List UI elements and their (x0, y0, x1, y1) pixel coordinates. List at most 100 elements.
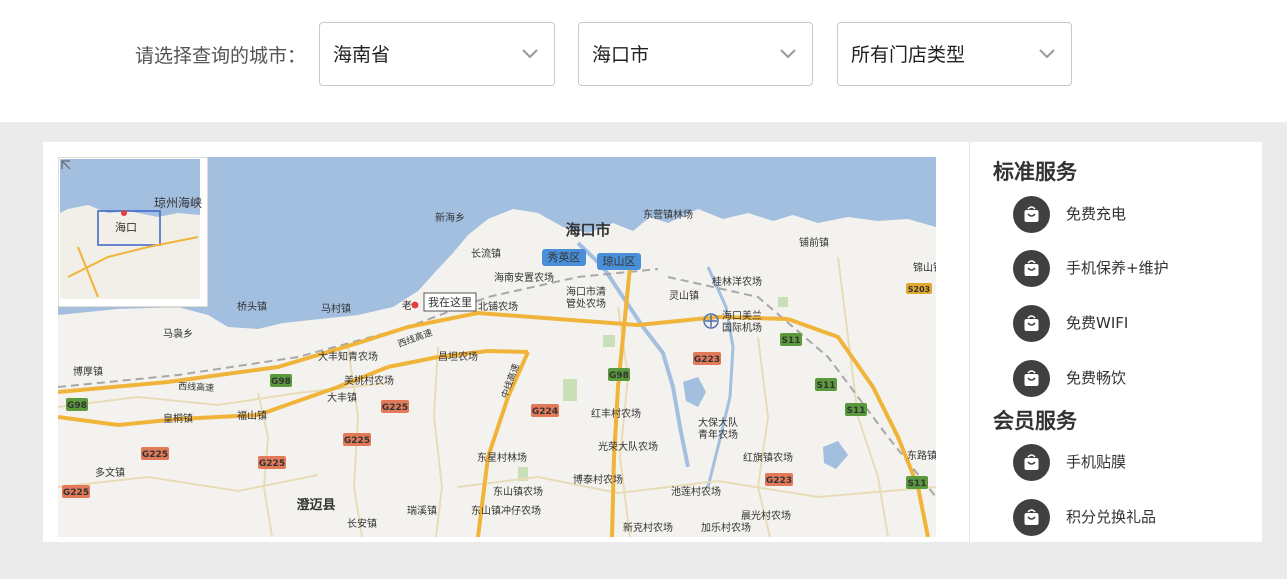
road-shield-label: G98 (609, 371, 629, 381)
road-shield-label: G223 (694, 355, 720, 365)
map-label: 博泰村农场 (573, 473, 623, 486)
road-shield-label: G224 (532, 407, 558, 417)
service-item-points-gifts: 积分兑换礼品 (1013, 499, 1253, 537)
service-label: 积分兑换礼品 (1066, 508, 1157, 526)
map-label: 加乐村农场 (701, 521, 751, 534)
map-label: 光荣大队农场 (598, 440, 658, 453)
panel-divider (969, 142, 970, 542)
map-label: 新海乡 (435, 211, 465, 224)
service-label: 免费WIFI (1066, 314, 1129, 332)
map-label: 东山镇农场 (493, 485, 543, 498)
map-label: 红旗镇农场 (743, 451, 793, 464)
map-label: 青年农场 (698, 428, 738, 441)
shopping-bag-icon (1013, 305, 1050, 342)
map-label: 桂林洋农场 (712, 275, 762, 288)
map-label: 澄迈县 (296, 497, 335, 513)
road-shield-label: G223 (766, 476, 792, 486)
map-label: 东星村林场 (477, 451, 527, 464)
map-label: 我在这里 (428, 295, 472, 309)
map-label: 昌坦农场 (438, 350, 478, 363)
map-label: 海口美兰 (722, 309, 762, 322)
service-item-wifi: 免费WIFI (1013, 305, 1253, 343)
map-label: 锦山镇 (913, 261, 936, 274)
map-label: 皇桐镇 (163, 412, 193, 425)
map-label: 秀英区 (548, 250, 581, 264)
map-label: 大保大队 (698, 416, 738, 429)
road-shield-label: S11 (846, 406, 865, 416)
store-type-select[interactable]: 所有门店类型 (837, 22, 1072, 86)
lake (683, 377, 706, 407)
shopping-bag-icon (1013, 360, 1050, 397)
chevron-down-icon (1039, 49, 1055, 59)
service-label: 免费畅饮 (1066, 369, 1127, 387)
service-label: 手机保养+维护 (1066, 259, 1169, 277)
map-label: 北铺农场 (478, 300, 518, 313)
city-select[interactable]: 海口市 (578, 22, 813, 86)
map-label: 桥头镇 (237, 300, 267, 313)
map-label: 东路镇 (907, 449, 936, 462)
chevron-down-icon (522, 49, 538, 59)
road-shield-label: S11 (781, 336, 800, 346)
road-shield-label: G98 (271, 377, 291, 387)
province-select[interactable]: 海南省 (319, 22, 555, 86)
road-shield-label: G225 (63, 488, 89, 498)
lake (823, 441, 848, 469)
map-label: 海南安置农场 (494, 271, 554, 284)
map-label: 国际机场 (722, 321, 762, 334)
map-label: 东营镇林场 (643, 208, 693, 221)
standard-services-title: 标准服务 (993, 160, 1077, 184)
road-shield-label: G225 (344, 436, 370, 446)
railway (667, 276, 936, 498)
map-label: 西线高速 (178, 380, 215, 394)
city-select-value: 海口市 (592, 44, 650, 66)
map-label: 马袅乡 (163, 327, 193, 340)
road-shield-label: S11 (907, 479, 926, 489)
road-shield-label: G225 (382, 403, 408, 413)
service-item-maintenance: 手机保养+维护 (1013, 250, 1253, 288)
map-label: 管处农场 (566, 297, 606, 310)
map-label: 灵山镇 (669, 289, 699, 302)
store-type-select-value: 所有门店类型 (851, 44, 966, 66)
map-label: 多文镇 (95, 466, 125, 479)
map-canvas[interactable]: 海口市秀英区 琼山区 新海乡长流镇 东营镇林场铺前镇锦山镇海南安置农场海口市清管处农场… (58, 157, 936, 537)
member-services-title: 会员服务 (993, 409, 1077, 433)
service-item-drinks: 免费畅饮 (1013, 360, 1253, 398)
map-label: 福山镇 (237, 409, 267, 422)
map-label: 新克村农场 (623, 521, 673, 534)
shopping-bag-icon (1013, 499, 1050, 536)
map-label: 铺前镇 (799, 236, 829, 249)
map-label: 马村镇 (321, 302, 351, 315)
map-label: 晨光村农场 (741, 509, 791, 522)
chevron-down-icon (780, 49, 796, 59)
map-label: 海口市 (565, 221, 610, 239)
map-label: 琼山区 (603, 254, 636, 268)
service-item-screen-film: 手机贴膜 (1013, 444, 1253, 482)
shopping-bag-icon (1013, 250, 1050, 287)
map-label: 海口市清 (566, 285, 606, 298)
river (706, 266, 735, 488)
province-select-value: 海南省 (333, 44, 391, 66)
map-label: 瑞溪镇 (407, 504, 437, 517)
service-label: 手机贴膜 (1066, 453, 1127, 471)
road-shield-label: G98 (67, 401, 87, 411)
service-label: 免费充电 (1066, 205, 1127, 223)
shopping-bag-icon (1013, 196, 1050, 233)
store-panel: 海口市秀英区 琼山区 新海乡长流镇 东营镇林场铺前镇锦山镇海南安置农场海口市清管处农场… (43, 142, 1262, 542)
map-label: 博厚镇 (73, 365, 103, 378)
map-label: 美桃村农场 (344, 374, 394, 387)
service-item-charging: 免费充电 (1013, 196, 1253, 234)
store-map[interactable]: 海口市秀英区 琼山区 新海乡长流镇 东营镇林场铺前镇锦山镇海南安置农场海口市清管处农场… (58, 157, 936, 537)
river (576, 241, 690, 468)
map-label: 海口 (115, 220, 137, 234)
map-label: 池莲村农场 (671, 485, 721, 498)
services-sidebar: 标准服务 免费充电 手机保养+维护 免费WIFI 免费畅饮 会员服务 手机贴膜 … (993, 142, 1262, 542)
map-label: 大丰镇 (327, 391, 357, 404)
map-label: 老 (402, 299, 412, 312)
road-shield-label: S203 (908, 285, 930, 294)
shopping-bag-icon (1013, 444, 1050, 481)
road-shield-label: S11 (816, 381, 835, 391)
filter-bar: 请选择查询的城市： 海南省 海口市 所有门店类型 (0, 0, 1287, 122)
map-label: 长流镇 (471, 247, 501, 260)
map-label: 琼州海峡 (154, 195, 202, 210)
road-shield-label: G225 (259, 459, 285, 469)
